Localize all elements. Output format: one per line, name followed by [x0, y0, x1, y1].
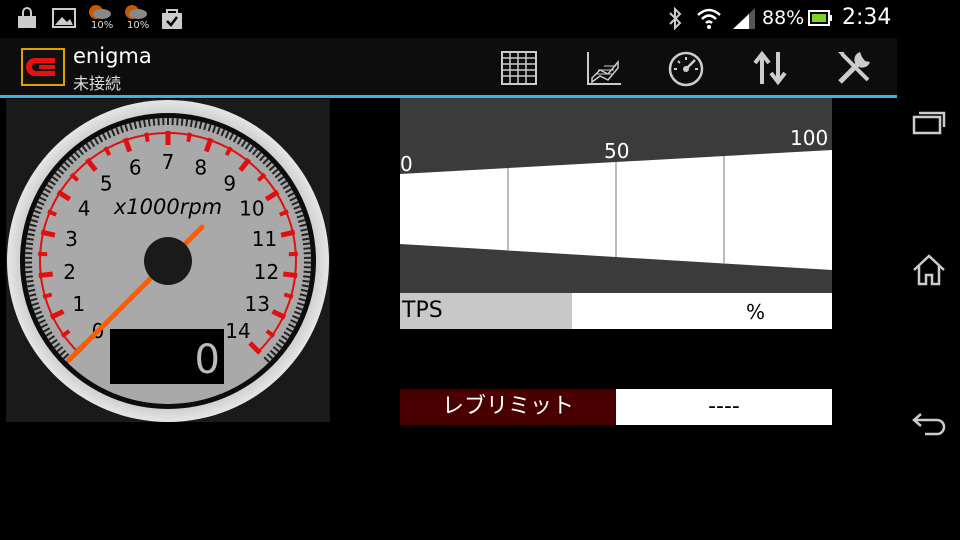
gauge-tick-label: 3 [65, 227, 78, 251]
gauge-tick-label: 11 [252, 227, 277, 251]
gauge-tick-label: 8 [194, 156, 207, 180]
gauge-half-tick [42, 292, 53, 299]
weather-percent-1: 10% [91, 20, 114, 31]
tps-unit: % [746, 300, 766, 324]
map-chart-icon[interactable] [584, 48, 624, 88]
up-down-arrows-icon[interactable] [750, 48, 790, 88]
gauge-tick-label: 1 [72, 292, 85, 316]
gauge-minor-tick [27, 232, 35, 237]
wifi-icon [697, 8, 721, 29]
gauge-half-tick [283, 292, 294, 299]
gauge-half-tick [288, 251, 298, 257]
signal-icon [733, 8, 755, 29]
gauge-major-tick [280, 229, 296, 238]
gauge-tick-label: 7 [162, 150, 175, 174]
gauge-half-tick [186, 132, 192, 143]
gauge-tick-label: 4 [78, 196, 91, 220]
throttle-graph: 0 50 100 [400, 98, 832, 293]
gauge-minor-tick [25, 275, 33, 279]
action-bar: enigma 未接続 [0, 38, 897, 95]
gauge-minor-tick [302, 237, 310, 241]
rev-limit-label: レブリミット [400, 389, 616, 425]
gauge-minor-tick [302, 242, 311, 246]
tps-row: TPS % [400, 293, 832, 329]
gauge-tick-label: 13 [244, 292, 269, 316]
navigation-bar [897, 0, 960, 540]
tachometer: 01234567891011121314 x1000rpm 0 [7, 100, 329, 422]
gauge-minor-tick [180, 118, 184, 126]
gauge-unit-label: x1000rpm [113, 195, 222, 219]
gauge-major-tick [40, 229, 56, 238]
gauge-half-tick [144, 132, 150, 143]
gauge-minor-tick [25, 270, 33, 274]
gauge-tick-label: 9 [223, 172, 236, 196]
graph-scale-label: 100 [790, 126, 829, 150]
gauge-minor-tick [25, 242, 34, 246]
gauge-tick-label: 10 [239, 196, 264, 220]
gauge-half-tick [38, 251, 48, 257]
gauge-minor-tick [303, 275, 311, 279]
gauge-tick-label: 6 [129, 156, 142, 180]
gauge-minor-tick [185, 119, 189, 127]
gauge-minor-tick [26, 237, 34, 241]
lock-bag-icon [18, 7, 36, 28]
status-bar: 10% 10% 88% 2:34 [0, 0, 897, 38]
gauge-minor-tick [302, 279, 310, 283]
gauge-minor-tick [194, 120, 198, 128]
graph-scale-label: 50 [604, 139, 630, 163]
image-icon [52, 8, 76, 28]
weather-percent-2: 10% [127, 20, 150, 31]
battery-percent: 88% [762, 7, 805, 29]
gauge-minor-tick [303, 247, 311, 250]
gauge-minor-tick [301, 232, 309, 237]
gauge-minor-tick [143, 119, 147, 128]
table-grid-icon[interactable] [499, 48, 539, 88]
app-title: enigma [73, 44, 152, 68]
gauge-minor-tick [138, 120, 142, 128]
gauge-minor-tick [301, 284, 309, 288]
recent-apps-icon[interactable] [909, 103, 949, 143]
gauge-minor-tick [25, 247, 33, 250]
tachometer-panel: 01234567891011121314 x1000rpm 0 [6, 99, 330, 422]
gauge-minor-tick [303, 270, 311, 274]
gauge-minor-tick [27, 284, 35, 288]
gauge-tick-label: 5 [100, 172, 113, 196]
back-icon[interactable] [909, 402, 949, 442]
app-logo-icon[interactable] [21, 48, 65, 86]
gauge-tick-label: 14 [225, 319, 250, 343]
gauge-tick-label: 2 [63, 260, 76, 284]
gauge-minor-tick [152, 118, 156, 126]
clock: 2:34 [842, 5, 892, 30]
rev-limit-row: レブリミット ---- [400, 389, 832, 425]
gauge-minor-tick [147, 119, 151, 127]
gauge-hub [144, 237, 192, 285]
shopping-bag-check-icon [162, 9, 182, 29]
gauge-major-tick [38, 271, 54, 279]
home-icon[interactable] [909, 250, 949, 290]
gauge-minor-tick [26, 279, 34, 283]
connection-status: 未接続 [73, 74, 122, 93]
bluetooth-icon [669, 6, 682, 30]
tools-icon[interactable] [834, 48, 874, 88]
rev-limit-value: ---- [708, 394, 740, 419]
gauge-major-tick [282, 271, 298, 279]
battery-icon [808, 10, 832, 26]
gauge-tick-label: 12 [254, 260, 279, 284]
gauge-minor-tick [189, 119, 193, 128]
graph-scale-label: 0 [400, 152, 413, 176]
tps-label: TPS [402, 298, 443, 323]
digital-rpm-value: 0 [195, 337, 220, 383]
speedometer-icon[interactable] [666, 48, 706, 88]
